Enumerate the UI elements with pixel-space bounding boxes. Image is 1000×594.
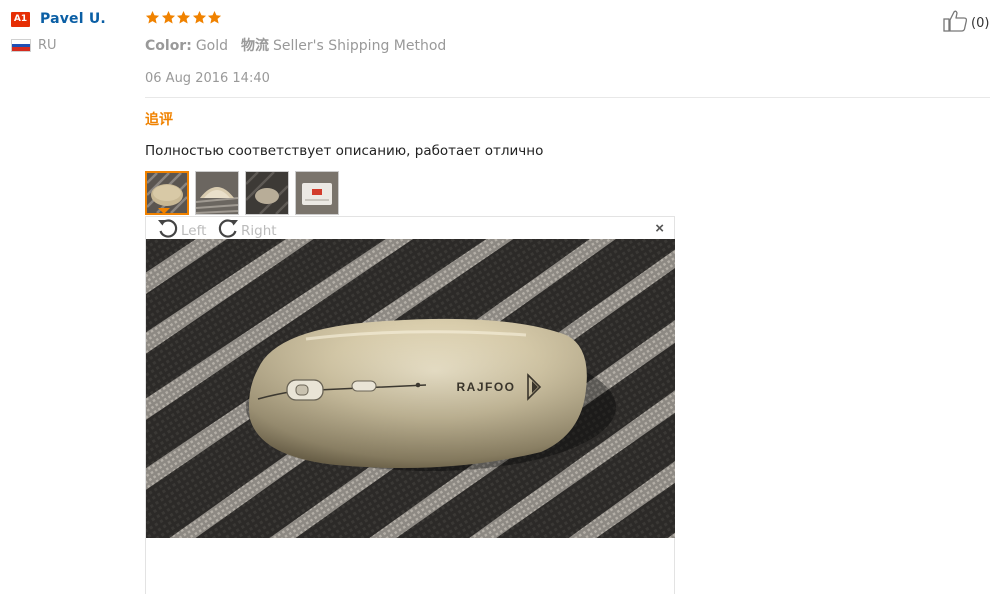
- thumbnail-4[interactable]: [295, 171, 339, 215]
- thumbnail-2[interactable]: [195, 171, 239, 215]
- reviewer-info: A1 Pavel U. RU: [11, 10, 131, 53]
- color-label: Color:: [145, 38, 192, 54]
- star-icon: [207, 10, 222, 25]
- thumbnail-3[interactable]: [245, 171, 289, 215]
- star-rating: [145, 10, 990, 26]
- review-text: Полностью соответствует описанию, работа…: [145, 143, 544, 159]
- helpful-count: (0): [971, 16, 990, 31]
- order-info: Color: Gold 物流 Seller's Shipping Method: [145, 35, 990, 55]
- star-icon: [161, 10, 176, 25]
- svg-text:RAJFOO: RAJFOO: [456, 380, 515, 394]
- shipping-label: 物流: [241, 38, 270, 54]
- color-value: Gold: [195, 38, 229, 54]
- photo-viewer: Left Right × RAJFOO: [145, 216, 675, 594]
- star-icon: [176, 10, 191, 25]
- country-code: RU: [38, 38, 57, 53]
- additional-feedback-label: 追评: [145, 111, 173, 127]
- divider: [145, 97, 990, 98]
- review-photo-large: RAJFOO: [146, 239, 675, 538]
- review-date: 06 Aug 2016 14:40: [145, 71, 270, 86]
- buyer-level-badge: A1: [11, 11, 30, 27]
- reviewer-country: RU: [11, 38, 131, 53]
- reviewer-row: A1 Pavel U.: [11, 10, 131, 28]
- rotate-right-label: Right: [241, 222, 277, 239]
- review-photo-thumbnails: [145, 171, 990, 215]
- helpful-button[interactable]: (0): [943, 10, 989, 37]
- close-icon[interactable]: ×: [655, 221, 664, 236]
- photo-viewer-toolbar: Left Right ×: [146, 217, 674, 239]
- rotate-left-label: Left: [181, 222, 207, 239]
- thumbs-up-icon: [943, 10, 969, 37]
- russia-flag-icon: [11, 39, 31, 52]
- star-icon: [145, 10, 160, 25]
- active-thumbnail-arrow: [158, 208, 170, 214]
- review-content: Color: Gold 物流 Seller's Shipping Method …: [145, 10, 990, 215]
- reviewer-name-link[interactable]: Pavel U.: [40, 11, 106, 27]
- star-icon: [192, 10, 207, 25]
- shipping-value: Seller's Shipping Method: [273, 38, 447, 54]
